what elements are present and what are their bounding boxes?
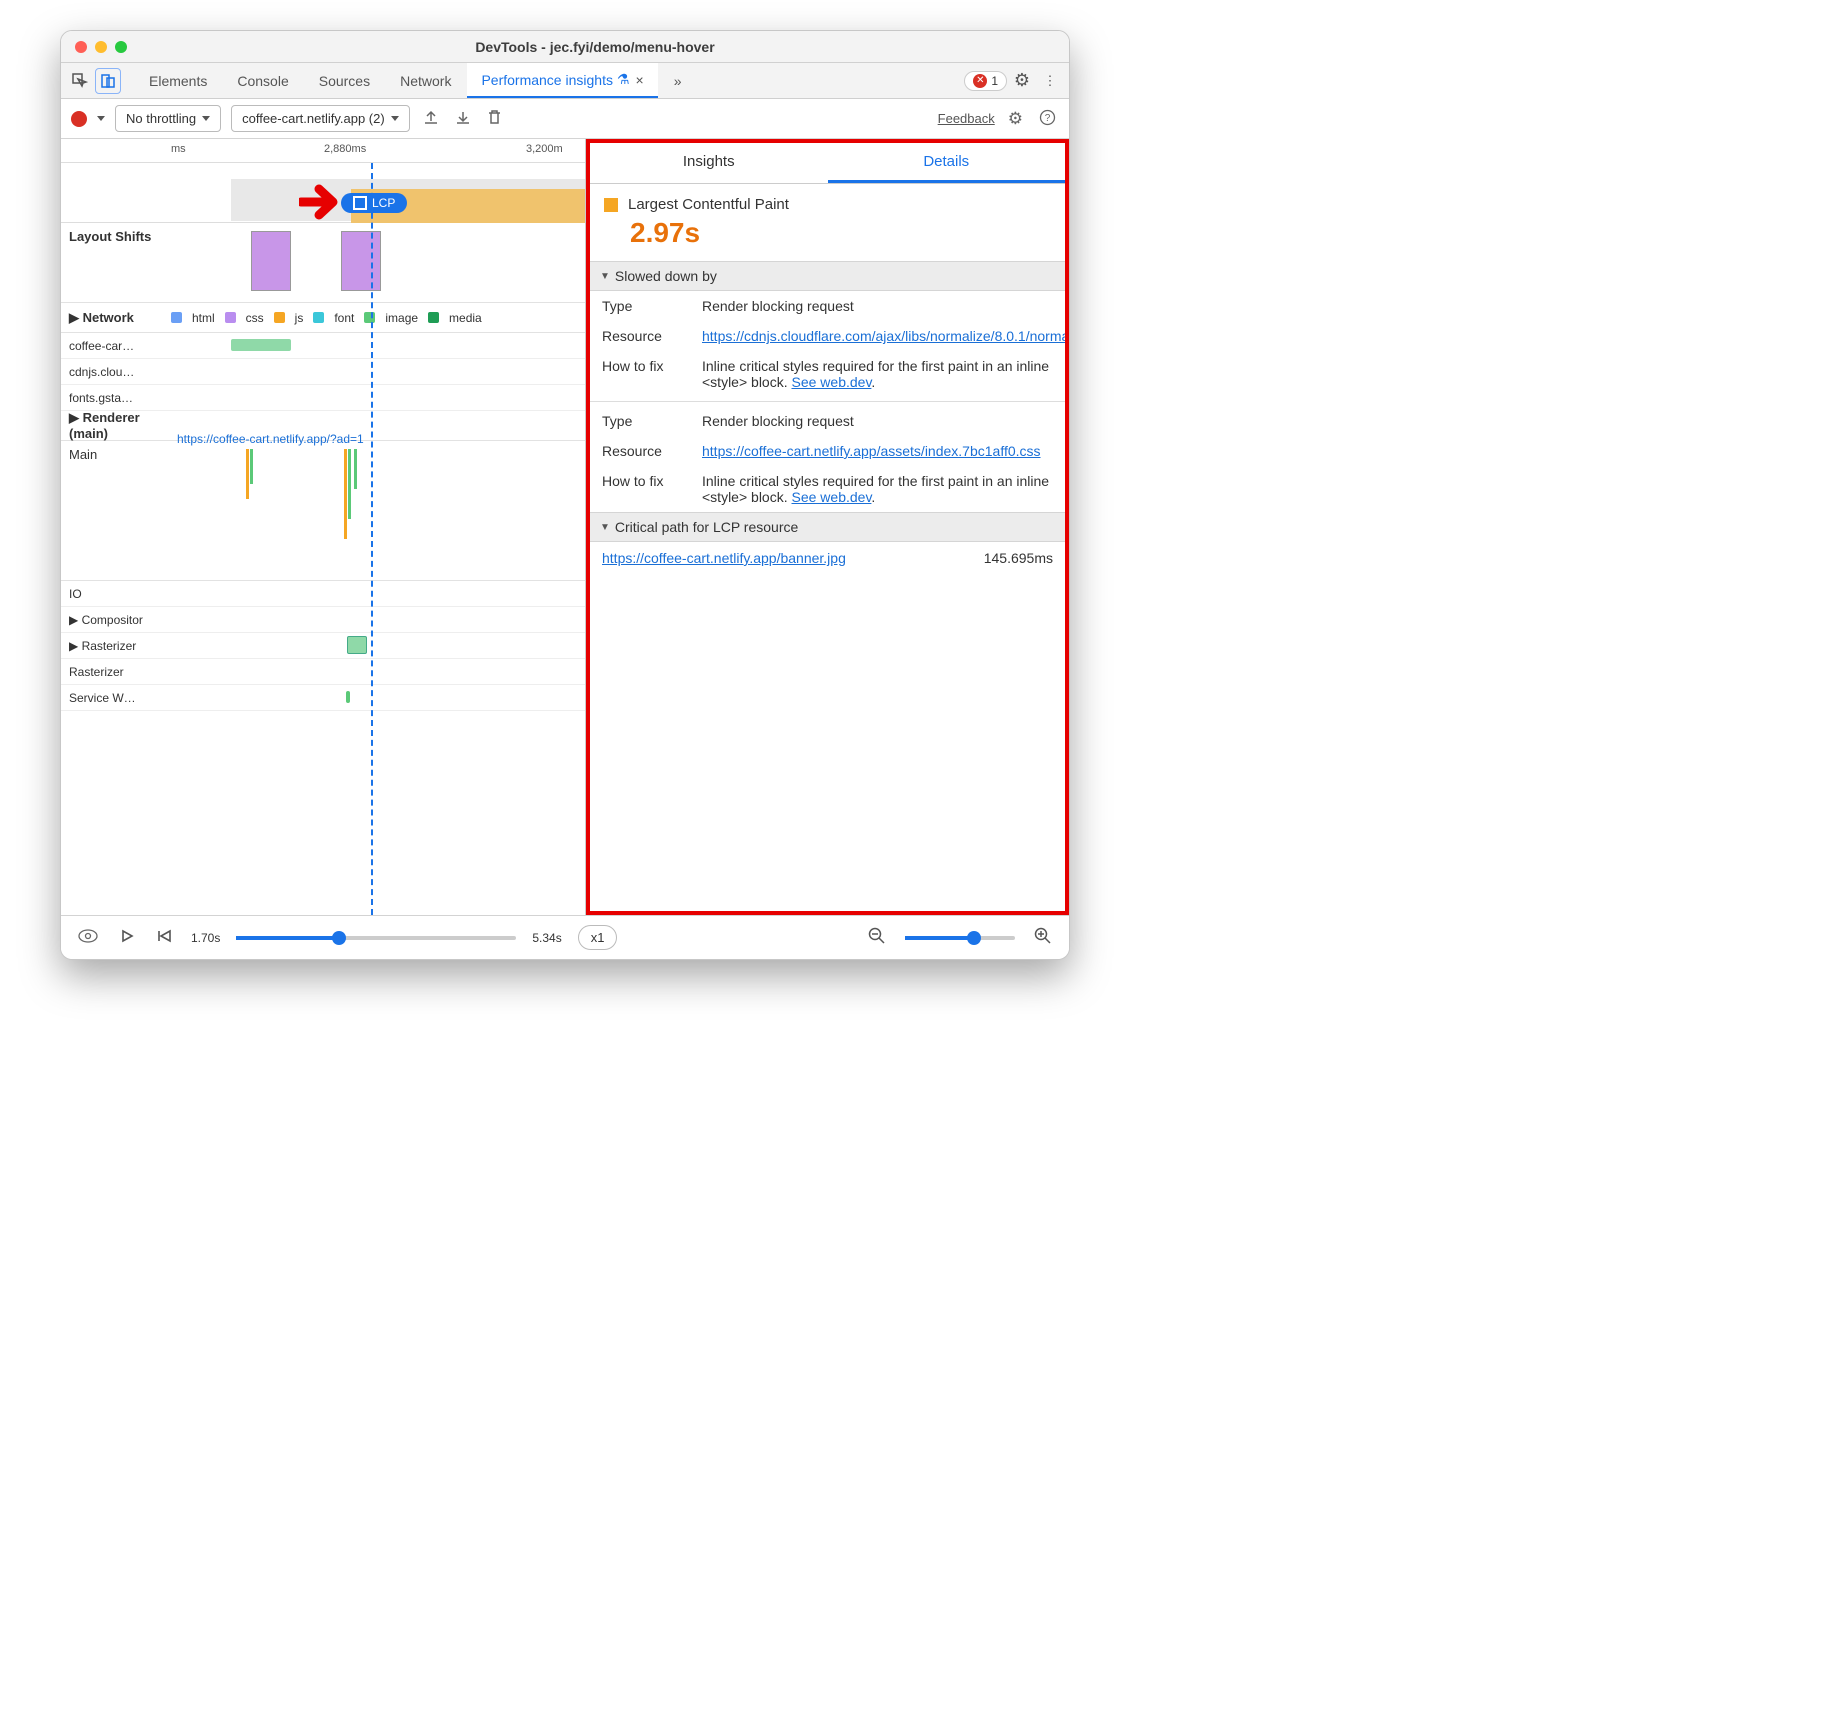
playback-footer: 1.70s 5.34s x1 <box>61 915 1069 959</box>
tab-console[interactable]: Console <box>223 66 302 96</box>
import-icon[interactable] <box>452 106 474 131</box>
tab-elements[interactable]: Elements <box>135 66 221 96</box>
critical-path-time: 145.695ms <box>984 550 1053 566</box>
window-title: DevTools - jec.fyi/demo/menu-hover <box>135 39 1055 55</box>
resource-link[interactable]: https://cdnjs.cloudflare.com/ajax/libs/n… <box>702 328 1069 344</box>
track-network[interactable]: ▶ Network <box>61 304 171 332</box>
export-icon[interactable] <box>420 106 442 131</box>
timeline-panel: ms 2,880ms 3,200m LCP Layout Shifts <box>61 139 586 915</box>
time-start: 1.70s <box>191 931 220 945</box>
time-ruler: ms 2,880ms 3,200m <box>61 139 585 163</box>
lcp-marker[interactable]: LCP <box>341 193 407 213</box>
details-tabs: Insights Details <box>590 143 1065 184</box>
traffic-lights <box>75 41 127 53</box>
devtools-window: DevTools - jec.fyi/demo/menu-hover Eleme… <box>60 30 1070 960</box>
critical-path-link[interactable]: https://coffee-cart.netlify.app/banner.j… <box>602 550 984 566</box>
track-io: IO <box>61 587 171 601</box>
rewind-icon[interactable] <box>153 926 175 949</box>
recording-select[interactable]: coffee-cart.netlify.app (2) <box>231 105 410 132</box>
zoom-in-icon[interactable] <box>1031 924 1055 951</box>
play-icon[interactable] <box>117 926 137 949</box>
critical-path-header[interactable]: Critical path for LCP resource <box>590 512 1065 542</box>
gear-icon[interactable]: ⚙ <box>1005 106 1026 132</box>
layout-shift-thumb[interactable] <box>251 231 291 291</box>
eye-icon[interactable] <box>75 926 101 949</box>
zoom-out-icon[interactable] <box>865 924 889 951</box>
tab-sources[interactable]: Sources <box>305 66 384 96</box>
throttling-select[interactable]: No throttling <box>115 105 221 132</box>
tab-insights[interactable]: Insights <box>590 143 828 183</box>
help-icon[interactable]: ? <box>1036 106 1059 132</box>
annotation-arrow <box>299 183 345 224</box>
speed-pill[interactable]: x1 <box>578 925 618 950</box>
tab-details[interactable]: Details <box>828 143 1066 183</box>
webdev-link[interactable]: See web.dev <box>792 374 872 390</box>
error-icon: ✕ <box>973 74 987 88</box>
critical-path-row: https://coffee-cart.netlify.app/banner.j… <box>590 542 1065 574</box>
overflow-tabs[interactable]: » <box>660 66 696 96</box>
track-rasterizer-2: Rasterizer <box>61 665 171 679</box>
lcp-color-icon <box>604 198 618 212</box>
devtools-tabbar: Elements Console Sources Network Perform… <box>61 63 1069 99</box>
main-area: ms 2,880ms 3,200m LCP Layout Shifts <box>61 139 1069 915</box>
delete-icon[interactable] <box>484 106 505 131</box>
record-button[interactable] <box>71 111 87 127</box>
track-compositor[interactable]: ▶ Compositor <box>61 613 171 627</box>
track-service-worker: Service W… <box>61 691 171 705</box>
titlebar: DevTools - jec.fyi/demo/menu-hover <box>61 31 1069 63</box>
track-rasterizer[interactable]: ▶ Rasterizer <box>61 639 171 653</box>
network-row[interactable]: coffee-car… <box>61 333 585 359</box>
minimize-icon[interactable] <box>95 41 107 53</box>
maximize-icon[interactable] <box>115 41 127 53</box>
resource-link[interactable]: https://coffee-cart.netlify.app/assets/i… <box>702 443 1041 459</box>
lcp-value: 2.97s <box>630 217 1051 249</box>
flask-icon: ⚗ <box>617 71 630 88</box>
layout-shift-thumb[interactable] <box>341 231 381 291</box>
device-toggle-icon[interactable] <box>95 68 121 94</box>
time-slider[interactable] <box>236 936 516 940</box>
network-row[interactable]: cdnjs.clou… <box>61 359 585 385</box>
record-menu-icon[interactable] <box>97 116 105 121</box>
tab-network[interactable]: Network <box>386 66 465 96</box>
time-end: 5.34s <box>532 931 561 945</box>
tab-performance-insights[interactable]: Performance insights ⚗ × <box>467 63 657 98</box>
lcp-metric: Largest Contentful Paint 2.97s <box>590 184 1065 261</box>
feedback-link[interactable]: Feedback <box>938 111 995 126</box>
slowed-section-header[interactable]: Slowed down by <box>590 261 1065 291</box>
webdev-link[interactable]: See web.dev <box>792 489 872 505</box>
track-area[interactable]: LCP Layout Shifts ▶ Network <box>61 163 585 915</box>
kebab-icon[interactable]: ⋮ <box>1037 68 1063 94</box>
track-main: Main <box>61 441 171 580</box>
time-cursor[interactable] <box>371 163 373 915</box>
zoom-slider[interactable] <box>905 936 1015 940</box>
close-icon[interactable] <box>75 41 87 53</box>
track-layout-shifts: Layout Shifts <box>61 223 171 302</box>
details-panel: Insights Details Largest Contentful Pain… <box>586 139 1069 915</box>
insights-toolbar: No throttling coffee-cart.netlify.app (2… <box>61 99 1069 139</box>
close-tab-icon[interactable]: × <box>636 72 644 88</box>
settings-icon[interactable]: ⚙ <box>1009 68 1035 94</box>
error-badge[interactable]: ✕ 1 <box>964 71 1007 91</box>
svg-text:?: ? <box>1045 113 1051 124</box>
inspect-icon[interactable] <box>67 68 93 94</box>
